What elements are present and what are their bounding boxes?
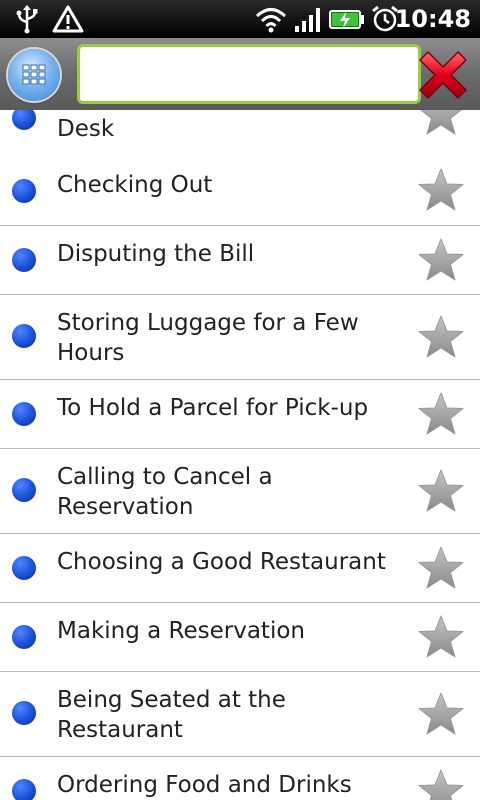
list-item-label: Calling to Cancel a Reservation xyxy=(57,464,273,520)
star-icon[interactable] xyxy=(418,314,464,360)
list-item-label: Making a Reservation xyxy=(57,618,305,644)
list-item[interactable]: Choosing a Good Restaurant xyxy=(0,534,480,603)
close-button[interactable] xyxy=(414,46,472,104)
list-item[interactable]: Disputing the Bill xyxy=(0,226,480,295)
bullet-icon xyxy=(12,248,36,272)
warning-icon xyxy=(52,5,84,33)
list-item[interactable]: Desk xyxy=(0,110,480,157)
wifi-icon xyxy=(255,8,287,33)
bullet-icon xyxy=(12,110,36,130)
grid-icon xyxy=(22,64,46,85)
battery-charging-icon xyxy=(329,10,364,29)
list-item-label: Ordering Food and Drinks xyxy=(57,772,352,798)
list-item-label: Choosing a Good Restaurant xyxy=(57,549,386,575)
list-item[interactable]: Being Seated at the Restaurant xyxy=(0,672,480,757)
star-icon[interactable] xyxy=(418,545,464,591)
bullet-icon xyxy=(12,556,36,580)
clock: 10:48 xyxy=(394,5,471,33)
list-item[interactable]: Ordering Food and Drinks xyxy=(0,757,480,800)
list-item-label: Storing Luggage for a Few Hours xyxy=(57,310,359,366)
star-icon[interactable] xyxy=(418,237,464,283)
list-item-label: To Hold a Parcel for Pick-up xyxy=(57,395,369,421)
bullet-icon xyxy=(12,779,36,800)
bullet-icon xyxy=(12,478,36,502)
list-item[interactable]: Making a Reservation xyxy=(0,603,480,672)
status-bar: 10:48 xyxy=(0,0,480,38)
search-input[interactable] xyxy=(77,44,421,104)
list-item-label: Desk xyxy=(57,116,115,142)
star-icon[interactable] xyxy=(418,691,464,737)
star-icon[interactable] xyxy=(418,167,464,213)
bullet-icon xyxy=(12,324,36,348)
list-item[interactable]: To Hold a Parcel for Pick-up xyxy=(0,380,480,449)
close-x-icon xyxy=(419,51,467,99)
bullet-icon xyxy=(12,402,36,426)
star-icon[interactable] xyxy=(418,468,464,514)
list-item[interactable]: Checking Out xyxy=(0,156,480,226)
bullet-icon xyxy=(12,179,36,203)
bullet-icon xyxy=(12,625,36,649)
lesson-list: Desk Checking Out Disputing the Bill Sto… xyxy=(0,110,480,800)
star-icon[interactable] xyxy=(418,391,464,437)
list-item[interactable]: Calling to Cancel a Reservation xyxy=(0,449,480,534)
toolbar xyxy=(0,38,480,110)
star-icon[interactable] xyxy=(418,614,464,660)
menu-button[interactable] xyxy=(8,49,60,101)
usb-icon xyxy=(16,5,38,34)
list-item[interactable]: Storing Luggage for a Few Hours xyxy=(0,295,480,380)
list-item-label: Checking Out xyxy=(57,172,213,198)
list-item-label: Disputing the Bill xyxy=(57,241,255,267)
bullet-icon xyxy=(12,701,36,725)
list-item-label: Being Seated at the Restaurant xyxy=(57,687,286,743)
star-icon[interactable] xyxy=(418,110,464,137)
signal-icon xyxy=(295,8,320,32)
star-icon[interactable] xyxy=(418,768,464,800)
